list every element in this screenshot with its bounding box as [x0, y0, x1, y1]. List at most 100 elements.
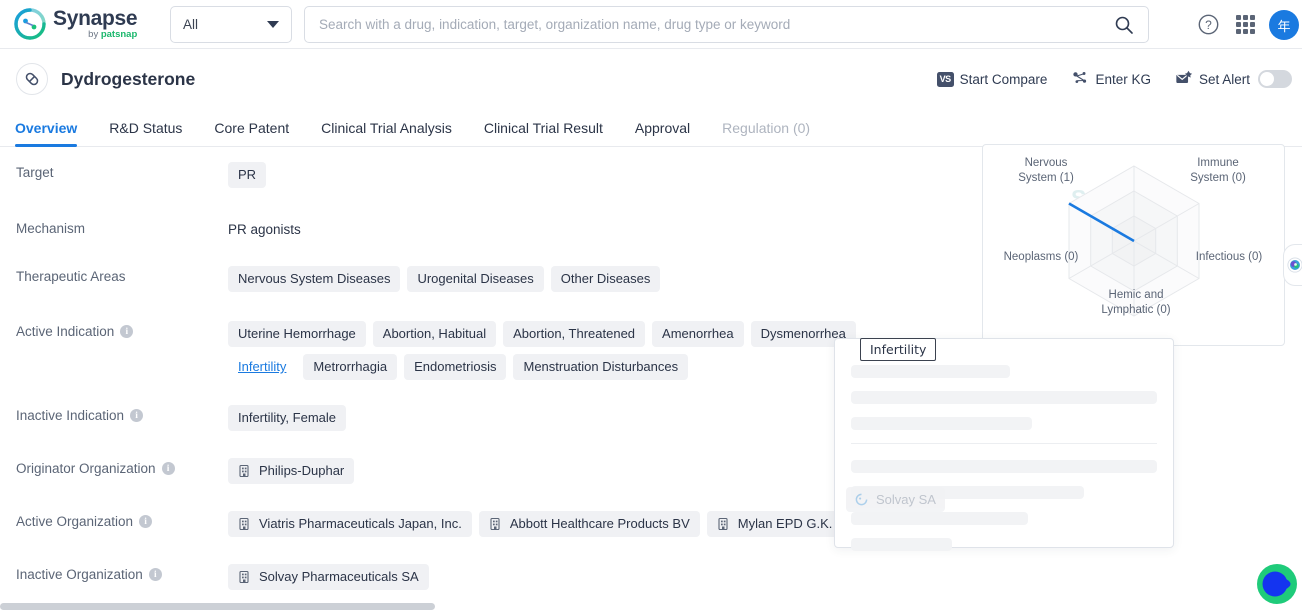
- side-panel-toggle[interactable]: [1283, 244, 1302, 286]
- row-label: Inactive Indication i: [16, 404, 228, 423]
- skeleton-line: [851, 417, 1032, 430]
- originator-organization-chip[interactable]: Philips-Duphar: [228, 458, 355, 484]
- radar-label-line1: Immune: [1197, 157, 1239, 169]
- search-icon[interactable]: [1114, 15, 1134, 35]
- indication-tooltip: Infertility: [860, 338, 937, 361]
- chip-label: Infertility, Female: [238, 410, 337, 425]
- active-indication-chip[interactable]: Menstruation Disturbances: [513, 354, 689, 380]
- skeleton-line: [851, 460, 1157, 473]
- grid-cell: [1250, 22, 1255, 27]
- therapeutic-area-chip[interactable]: Nervous System Diseases: [228, 266, 401, 292]
- search-scope-value: All: [183, 17, 199, 32]
- row-values: Solvay Pharmaceuticals SA: [228, 563, 1302, 590]
- enter-kg-button[interactable]: Enter KG: [1071, 69, 1151, 90]
- tab-overview[interactable]: Overview: [15, 120, 93, 147]
- active-indication-chip[interactable]: Endometriosis: [404, 354, 507, 380]
- tooltip-text: Infertility: [870, 342, 927, 357]
- skeleton-line: [851, 512, 1029, 525]
- versus-icon: VS: [936, 71, 954, 87]
- brand-name: Synapse: [53, 7, 138, 31]
- active-organization-chip[interactable]: Viatris Pharmaceuticals Japan, Inc.: [228, 511, 472, 537]
- info-icon[interactable]: i: [139, 515, 153, 528]
- therapeutic-area-chip[interactable]: Urogenital Diseases: [407, 266, 544, 292]
- chip-label: Amenorrhea: [662, 326, 734, 341]
- active-indication-chip[interactable]: Amenorrhea: [652, 321, 744, 347]
- radar-label-infectious: Infectious (0): [1195, 251, 1263, 263]
- apps-grid-icon[interactable]: [1236, 15, 1256, 35]
- info-icon[interactable]: i: [148, 568, 162, 581]
- row-label: Originator Organization i: [16, 457, 228, 476]
- tab-label: Regulation (0): [722, 120, 811, 136]
- radar-label-neoplasms: Neoplasms (0): [1003, 251, 1079, 263]
- chip-label: Abortion, Habitual: [382, 326, 487, 341]
- mechanism-value: PR agonists: [228, 222, 301, 237]
- start-compare-button[interactable]: VS Start Compare: [936, 71, 1048, 87]
- info-icon[interactable]: i: [120, 325, 134, 338]
- start-compare-label: Start Compare: [959, 71, 1048, 87]
- chip-label: Mylan EPD G.K.: [737, 516, 833, 531]
- skeleton-line: [851, 538, 952, 551]
- active-organization-chip[interactable]: Abbott Healthcare Products BV: [478, 511, 700, 537]
- building-icon: [717, 517, 731, 531]
- tab-clinical-trial-result[interactable]: Clinical Trial Result: [468, 120, 619, 146]
- avatar[interactable]: 年: [1269, 10, 1299, 40]
- label-text: Inactive Organization: [16, 567, 143, 582]
- chip-label: Metrorrhagia: [313, 359, 388, 374]
- set-alert-label: Set Alert: [1198, 71, 1250, 87]
- alert-bell-icon: [1175, 69, 1193, 90]
- grid-cell: [1236, 22, 1241, 27]
- chip-label: Viatris Pharmaceuticals Japan, Inc.: [259, 516, 462, 531]
- grid-cell: [1250, 29, 1255, 34]
- building-icon: [489, 517, 503, 531]
- tab-core-patent[interactable]: Core Patent: [198, 120, 305, 146]
- tab-rd-status[interactable]: R&D Status: [93, 120, 198, 146]
- chip-label: Infertility: [238, 359, 287, 374]
- active-indication-chip[interactable]: Abortion, Habitual: [372, 321, 497, 347]
- brand-logo[interactable]: Synapse by patsnap: [14, 8, 154, 40]
- active-indication-chip[interactable]: Uterine Hemorrhage: [228, 321, 366, 347]
- row-label: Mechanism: [16, 217, 228, 236]
- brand-by-word: by: [88, 29, 101, 41]
- search-scope-select[interactable]: All: [170, 6, 292, 43]
- info-icon[interactable]: i: [161, 462, 175, 475]
- therapeutic-area-chip[interactable]: Other Diseases: [550, 266, 661, 292]
- help-icon[interactable]: ?: [1198, 14, 1219, 35]
- capsule-icon: [16, 63, 48, 95]
- active-organization-chip[interactable]: Mylan EPD G.K.: [706, 511, 843, 537]
- radar-label-line2: System (1): [1018, 172, 1074, 184]
- active-indication-chip[interactable]: Abortion, Threatened: [503, 321, 646, 347]
- row-values: Uterine Hemorrhage Abortion, Habitual Ab…: [228, 320, 908, 380]
- active-indication-chip-hovered[interactable]: Infertility: [228, 354, 296, 380]
- chip-label: Dysmenorrhea: [760, 326, 846, 341]
- radar-label-line1: Hemic and: [1108, 289, 1164, 301]
- drug-actions: VS Start Compare Enter KG Set Alert: [936, 49, 1292, 109]
- knowledge-graph-icon: [1071, 69, 1089, 90]
- horizontal-scrollbar[interactable]: [0, 603, 435, 610]
- skeleton-line: [851, 365, 1011, 378]
- set-alert-control[interactable]: Set Alert: [1175, 69, 1292, 90]
- row-label: Inactive Organization i: [16, 563, 228, 582]
- inactive-indication-chip[interactable]: Infertility, Female: [228, 405, 347, 431]
- assistant-fab-button[interactable]: [1255, 562, 1299, 606]
- chip-label: Other Diseases: [560, 271, 651, 286]
- active-indication-chip[interactable]: Metrorrhagia: [303, 354, 398, 380]
- therapeutic-area-radar-chart: Synapse by patsnap Nervous System (1) Im…: [982, 144, 1285, 346]
- indication-detail-popup-loading: Solvay SA: [834, 338, 1174, 551]
- radar-label-line2: System (0): [1190, 172, 1246, 184]
- global-search[interactable]: [304, 6, 1149, 43]
- info-icon[interactable]: i: [130, 409, 144, 422]
- svg-text:?: ?: [1205, 18, 1212, 32]
- building-icon: [238, 464, 252, 478]
- building-icon: [238, 517, 252, 531]
- row-label: Target: [16, 161, 228, 180]
- synapse-logo-icon: [14, 8, 46, 40]
- target-chip[interactable]: PR: [228, 162, 267, 188]
- tab-approval[interactable]: Approval: [619, 120, 706, 146]
- chip-label: Urogenital Diseases: [417, 271, 534, 286]
- inactive-organization-chip[interactable]: Solvay Pharmaceuticals SA: [228, 564, 429, 590]
- brand-tagline: by patsnap: [53, 30, 137, 40]
- search-input[interactable]: [319, 17, 1114, 32]
- set-alert-toggle[interactable]: [1258, 70, 1292, 88]
- tab-clinical-trial-analysis[interactable]: Clinical Trial Analysis: [305, 120, 468, 146]
- top-header-bar: Synapse by patsnap All ? 年: [0, 0, 1302, 49]
